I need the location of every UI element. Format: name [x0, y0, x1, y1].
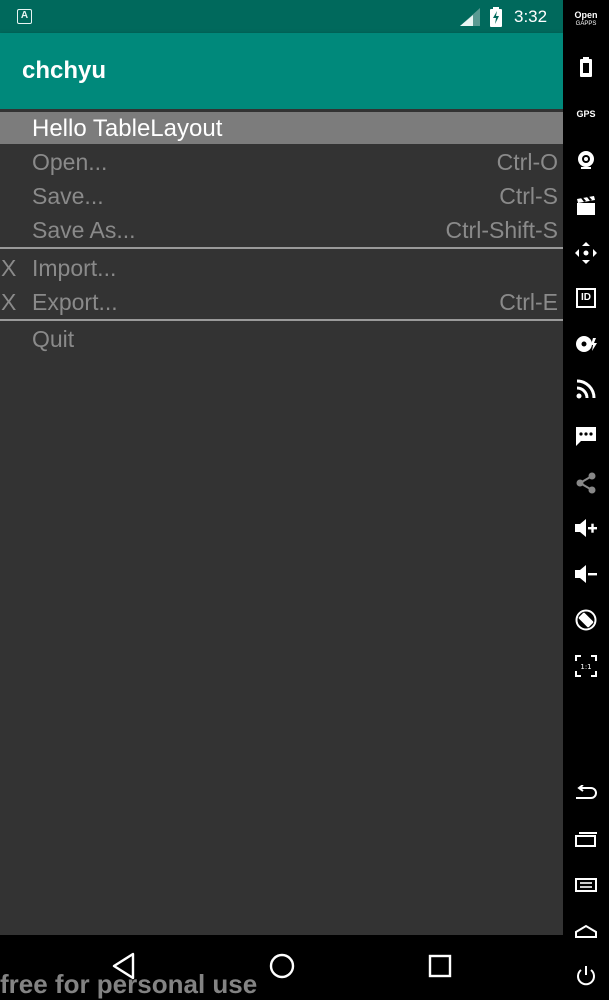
table-header-text: Hello TableLayout: [32, 115, 223, 142]
row-shortcut: Ctrl-O: [496, 149, 558, 175]
row-mark: X: [1, 255, 17, 281]
table-row-import[interactable]: X Import...: [0, 251, 563, 285]
notification-a-icon: A: [17, 9, 32, 24]
volume-down-icon[interactable]: [563, 557, 609, 591]
clock: 3:32: [514, 7, 548, 26]
id-label: ID: [576, 288, 596, 308]
row-label: Open...: [32, 149, 108, 175]
watermark-text: free for personal use: [0, 969, 258, 999]
opengapps-logo-line1: Open: [574, 10, 598, 20]
table-header-row: Hello TableLayout: [0, 112, 563, 144]
table-row-export[interactable]: X Export... Ctrl-E: [0, 285, 563, 319]
fullscreen-scale-label: 1:1: [580, 663, 591, 671]
move-icon[interactable]: [563, 236, 609, 270]
signal-icon: [460, 8, 480, 26]
table-row-save-as[interactable]: Save As... Ctrl-Shift-S: [0, 213, 563, 247]
table-row-save[interactable]: Save... Ctrl-S: [0, 179, 563, 213]
id-icon[interactable]: ID: [563, 281, 609, 315]
row-divider: [0, 247, 563, 249]
rotate-icon[interactable]: [563, 603, 609, 637]
emulator-home-icon[interactable]: [563, 914, 609, 948]
opengapps-logo-line2: GAPPS: [575, 21, 597, 27]
table-row-open[interactable]: Open... Ctrl-O: [0, 145, 563, 179]
row-shortcut: Ctrl-E: [499, 289, 558, 315]
emulator-menu-icon[interactable]: [563, 868, 609, 902]
emulator-back-icon[interactable]: [563, 776, 609, 810]
home-icon[interactable]: [268, 952, 296, 980]
row-label: Save As...: [32, 217, 136, 243]
volume-up-icon[interactable]: [563, 511, 609, 545]
emulator-toolbar: Open GAPPS GPS ID 1:1: [563, 0, 609, 1000]
row-divider: [0, 319, 563, 321]
row-shortcut: Ctrl-S: [499, 183, 558, 209]
row-label: Save...: [32, 183, 104, 209]
emulator-recents-icon[interactable]: [563, 822, 609, 856]
row-label: Quit: [32, 326, 75, 352]
table-layout: Hello TableLayout Open... Ctrl-O Save...…: [0, 109, 563, 935]
media-icon[interactable]: [563, 189, 609, 223]
camera-icon[interactable]: [563, 143, 609, 177]
app-bar: chchyu: [0, 33, 563, 109]
status-bar: A 3:32: [0, 0, 563, 33]
share-icon[interactable]: [563, 466, 609, 500]
table-row-quit[interactable]: Quit: [0, 322, 563, 356]
fullscreen-icon[interactable]: 1:1: [563, 649, 609, 683]
gps-icon[interactable]: GPS: [563, 97, 609, 131]
gps-label: GPS: [576, 109, 596, 119]
opengapps-icon[interactable]: Open GAPPS: [563, 11, 609, 29]
disk-icon[interactable]: [563, 327, 609, 361]
rss-icon[interactable]: [563, 372, 609, 406]
row-mark: X: [1, 289, 17, 315]
battery-charging-icon: [490, 7, 502, 27]
row-label: Export...: [32, 289, 118, 315]
row-shortcut: Ctrl-Shift-S: [445, 217, 558, 243]
power-icon[interactable]: [563, 959, 609, 993]
sms-icon[interactable]: [563, 419, 609, 453]
battery-icon[interactable]: [563, 50, 609, 84]
phone-screen: A 3:32 chchyu Hello TableLayout Open... …: [0, 0, 563, 1000]
app-title: chchyu: [22, 57, 107, 84]
recents-icon[interactable]: [428, 952, 452, 980]
row-label: Import...: [32, 255, 117, 281]
